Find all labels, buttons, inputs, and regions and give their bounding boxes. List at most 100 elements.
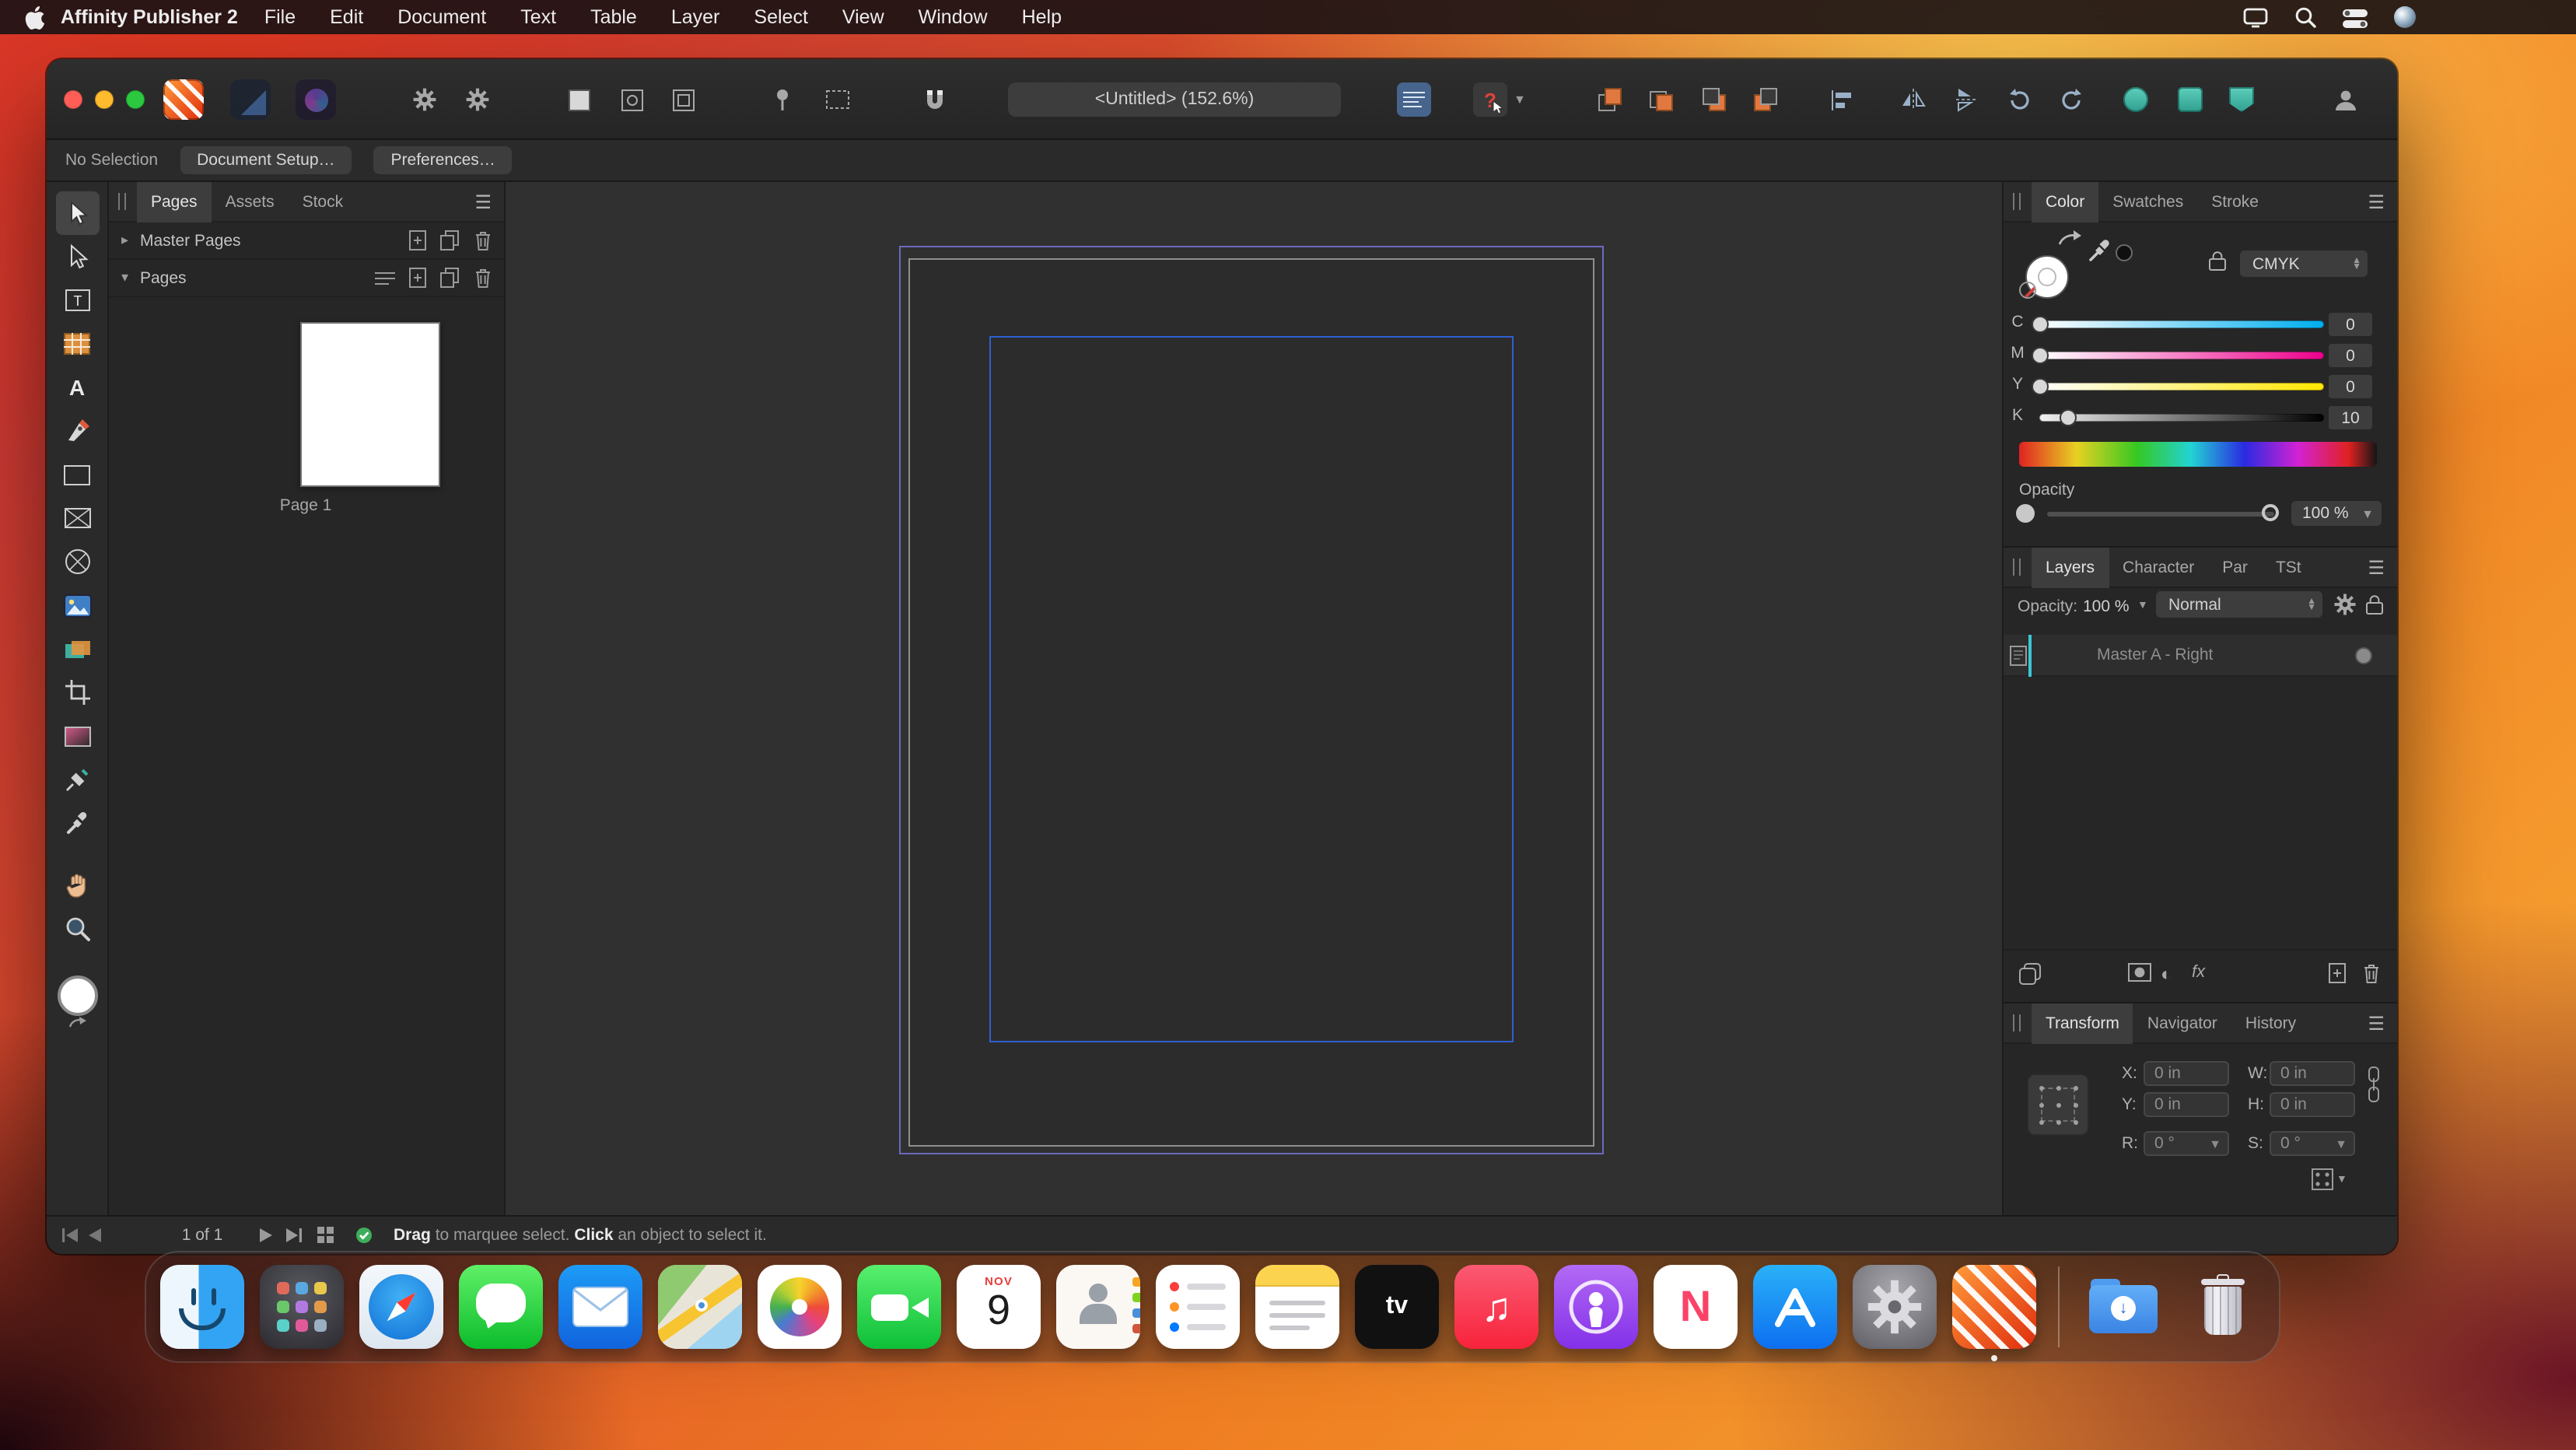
zoom-tool[interactable]	[55, 907, 99, 951]
dock-item-messages[interactable]	[459, 1251, 543, 1363]
opacity-slider[interactable]	[2047, 512, 2274, 517]
tab-stock[interactable]: Stock	[289, 181, 358, 222]
c-slider-knob[interactable]	[2031, 315, 2048, 332]
panel-menu-icon[interactable]: ☰	[2368, 556, 2385, 578]
layer-row[interactable]: Master A - Right	[2004, 635, 2397, 677]
tab-assets[interactable]: Assets	[212, 181, 289, 222]
layer-visibility-toggle[interactable]	[2355, 647, 2372, 664]
color-dropper-icon[interactable]	[2088, 238, 2112, 263]
flip-horizontal-icon[interactable]	[1896, 82, 1930, 117]
dock-item-launchpad[interactable]	[260, 1251, 344, 1363]
page-view-icon[interactable]	[562, 82, 596, 117]
opacity-knob-icon[interactable]	[2016, 504, 2035, 523]
duplicate-page-icon[interactable]	[440, 230, 460, 250]
menu-layer[interactable]: Layer	[654, 6, 737, 28]
rotate-ccw-icon[interactable]	[2002, 82, 2036, 117]
tab-navigator[interactable]: Navigator	[2133, 1003, 2231, 1043]
shield-shape-icon[interactable]	[2229, 87, 2254, 112]
dock-item-trash[interactable]	[2181, 1251, 2265, 1363]
panel-drag-handle[interactable]	[2013, 559, 2021, 576]
menu-file[interactable]: File	[247, 6, 313, 28]
dock-item-affinity-publisher[interactable]	[1952, 1251, 2036, 1363]
place-image-tool[interactable]	[55, 583, 99, 627]
swap-fill-stroke-icon[interactable]	[66, 1016, 88, 1031]
rotation-input[interactable]: 0 °▼	[2144, 1131, 2229, 1156]
next-page-icon[interactable]	[260, 1228, 272, 1242]
picture-frame-rectangle-tool[interactable]	[55, 496, 99, 540]
window-titlebar[interactable]: <Untitled> (152.6%) ? ▼	[47, 59, 2397, 140]
tab-stroke[interactable]: Stroke	[2197, 181, 2273, 222]
delete-layer-icon[interactable]	[2363, 963, 2380, 983]
frame-text-tool[interactable]: T	[55, 278, 99, 322]
view-options-icon[interactable]	[375, 270, 395, 285]
dock-item-photos[interactable]	[758, 1251, 842, 1363]
lock-icon[interactable]	[2209, 250, 2226, 271]
pen-tool[interactable]	[55, 409, 99, 453]
fill-color-well[interactable]	[57, 975, 97, 1031]
pin-icon[interactable]	[765, 82, 800, 117]
add-page-icon[interactable]	[409, 230, 426, 250]
y-value-field[interactable]: 0	[2329, 375, 2372, 398]
dock-item-contacts[interactable]	[1056, 1251, 1140, 1363]
minimize-window-button[interactable]	[95, 90, 114, 109]
dock-item-news[interactable]: N	[1654, 1251, 1738, 1363]
link-dimensions-icon[interactable]	[2366, 1066, 2382, 1103]
tab-pages[interactable]: Pages	[137, 181, 212, 222]
dock-item-finder[interactable]	[160, 1251, 244, 1363]
guides-view-icon[interactable]	[614, 82, 649, 117]
opacity-value[interactable]: 100 %▼	[2291, 501, 2382, 526]
k-slider[interactable]	[2039, 414, 2324, 422]
last-page-icon[interactable]	[286, 1228, 302, 1242]
stroke-color-swatch[interactable]	[2116, 244, 2133, 261]
dock-item-app-store[interactable]	[1753, 1251, 1837, 1363]
pages-section[interactable]: ▾ Pages	[109, 260, 504, 297]
opacity-slider-handle[interactable]	[2262, 504, 2279, 521]
style-picker-tool[interactable]	[55, 758, 99, 801]
help-question-icon[interactable]: ?	[1473, 82, 1507, 117]
frames-view-icon[interactable]	[666, 82, 700, 117]
menu-document[interactable]: Document	[380, 6, 503, 28]
edit-all-layers-icon[interactable]	[2019, 963, 2041, 985]
panel-drag-handle[interactable]	[118, 193, 126, 210]
y-slider-knob[interactable]	[2031, 377, 2048, 394]
panel-menu-icon[interactable]: ☰	[2368, 1012, 2385, 1034]
previous-page-icon[interactable]	[89, 1228, 101, 1242]
photo-persona-icon[interactable]	[296, 79, 336, 120]
panel-menu-icon[interactable]: ☰	[2368, 191, 2385, 212]
expand-chevron-icon[interactable]: ▾	[121, 269, 140, 286]
artistic-text-tool[interactable]: A	[55, 366, 99, 409]
color-picker-tool[interactable]	[55, 801, 99, 845]
m-value-field[interactable]: 0	[2329, 344, 2372, 367]
account-icon[interactable]	[2329, 82, 2363, 117]
dock-item-facetime[interactable]	[857, 1251, 941, 1363]
tab-layers[interactable]: Layers	[2032, 547, 2109, 587]
move-tool[interactable]	[55, 191, 99, 235]
panel-drag-handle[interactable]	[2013, 1014, 2021, 1031]
collapse-chevron-icon[interactable]: ▸	[121, 232, 140, 249]
dock-item-safari[interactable]	[359, 1251, 443, 1363]
spotlight-search-icon[interactable]	[2294, 6, 2316, 28]
move-to-back-icon[interactable]	[1748, 82, 1783, 117]
preflight-status-icon[interactable]	[355, 1226, 373, 1245]
vector-crop-tool[interactable]	[55, 671, 99, 714]
tab-history[interactable]: History	[2231, 1003, 2310, 1043]
swap-colors-icon[interactable]	[2056, 226, 2084, 250]
w-input[interactable]: 0 in	[2270, 1061, 2355, 1086]
tab-paragraph[interactable]: Par	[2208, 547, 2262, 587]
delete-page-icon[interactable]	[474, 268, 492, 288]
add-layer-icon[interactable]	[2329, 963, 2346, 983]
anchor-point-selector[interactable]	[2027, 1073, 2089, 1136]
view-tool[interactable]	[55, 863, 99, 907]
dock-item-podcasts[interactable]	[1554, 1251, 1638, 1363]
display-icon[interactable]	[2243, 7, 2268, 27]
preferences-gear-icon[interactable]	[460, 82, 495, 117]
move-forward-icon[interactable]	[1644, 82, 1678, 117]
rectangle-tool[interactable]	[55, 453, 99, 496]
menu-help[interactable]: Help	[1005, 6, 1079, 28]
settings-gear-icon[interactable]	[408, 82, 442, 117]
pages-overview-icon[interactable]	[317, 1227, 334, 1244]
flip-vertical-icon[interactable]	[1948, 82, 1982, 117]
node-tool[interactable]	[55, 235, 99, 278]
h-input[interactable]: 0 in	[2270, 1092, 2355, 1117]
move-backward-icon[interactable]	[1697, 82, 1731, 117]
